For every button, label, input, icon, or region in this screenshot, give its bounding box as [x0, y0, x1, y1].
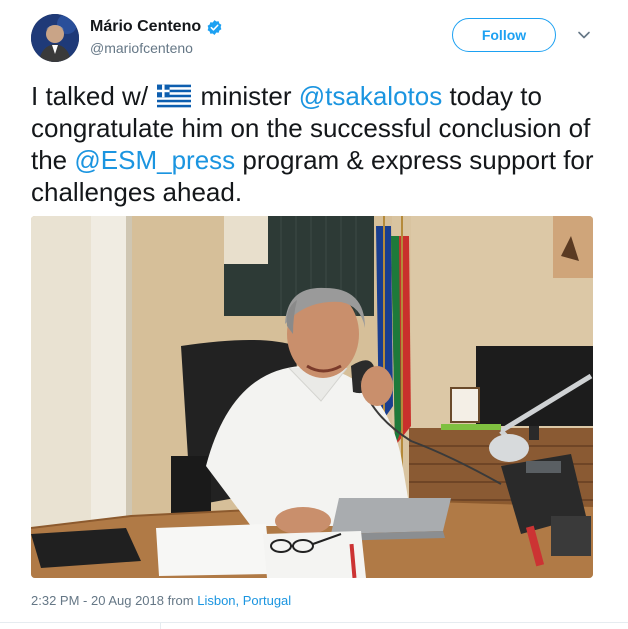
tweet-text-part: minister: [193, 81, 299, 111]
mention-link[interactable]: @tsakalotos: [299, 81, 442, 111]
divider: [0, 622, 628, 623]
name-row: Mário Centeno: [90, 18, 223, 36]
user-info: Mário Centeno @mariofcenteno: [90, 18, 223, 56]
greek-flag-icon: [157, 83, 192, 108]
photo-image: [31, 216, 593, 578]
user-handle[interactable]: @mariofcenteno: [90, 40, 223, 56]
tweet-text-part: I talked w/: [31, 81, 156, 111]
tweet-header: Mário Centeno @mariofcenteno Follow: [31, 14, 614, 64]
location-link[interactable]: Lisbon, Portugal: [197, 593, 291, 608]
tweet-text: I talked w/ minister @tsakalotos today t…: [31, 80, 601, 208]
verified-badge-icon: [206, 19, 223, 36]
tweet-photo[interactable]: [31, 216, 593, 578]
tweet-meta: 2:32 PM - 20 Aug 2018 from Lisbon, Portu…: [31, 593, 291, 608]
chevron-down-icon[interactable]: [577, 28, 591, 42]
divider-tick: [160, 622, 161, 629]
avatar[interactable]: [31, 14, 79, 62]
from-label: from: [163, 593, 198, 608]
timestamp[interactable]: 2:32 PM - 20 Aug 2018: [31, 593, 164, 608]
avatar-image: [31, 14, 79, 62]
mention-link[interactable]: @ESM_press: [74, 145, 235, 175]
follow-button[interactable]: Follow: [452, 18, 556, 52]
display-name[interactable]: Mário Centeno: [90, 18, 201, 36]
